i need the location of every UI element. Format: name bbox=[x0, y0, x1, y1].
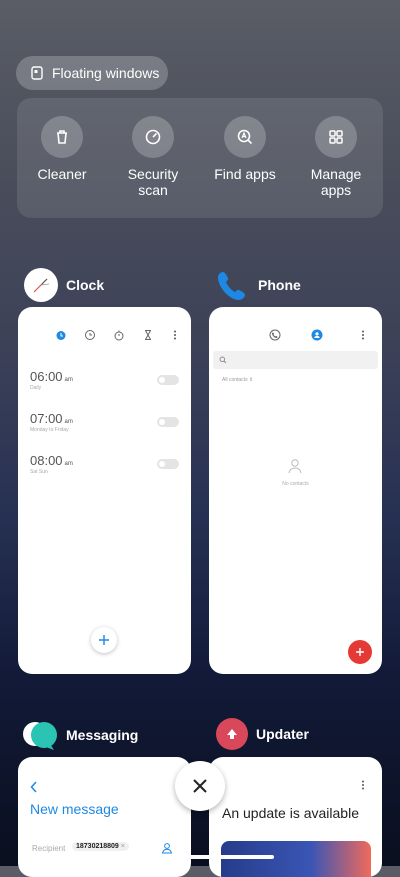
cleaner-button[interactable]: Cleaner bbox=[17, 116, 107, 182]
floating-window-icon bbox=[31, 66, 43, 80]
recent-calls-tab-icon[interactable] bbox=[269, 329, 281, 341]
manage-apps-button[interactable]: Manage apps bbox=[291, 116, 381, 198]
contacts-tab-icon[interactable] bbox=[311, 329, 323, 341]
security-scan-button[interactable]: Security scan bbox=[108, 116, 198, 198]
contacts-filter-label: All contacts bbox=[222, 377, 248, 383]
new-message-title: New message bbox=[30, 801, 119, 817]
alarm-time: 06:00 bbox=[30, 369, 63, 384]
find-apps-button[interactable]: Find apps bbox=[200, 116, 290, 182]
find-apps-label: Find apps bbox=[214, 166, 276, 182]
phone-app-icon bbox=[218, 272, 245, 300]
alarm-tab-icon[interactable] bbox=[55, 329, 67, 341]
chevron-updown-icon: ⇕ bbox=[248, 377, 254, 383]
close-icon[interactable]: × bbox=[121, 843, 125, 850]
updater-card[interactable]: An update is available bbox=[209, 757, 382, 877]
alarm-repeat: Monday to Friday bbox=[30, 427, 69, 433]
more-options-icon[interactable] bbox=[357, 779, 369, 791]
clear-all-button[interactable] bbox=[175, 761, 225, 811]
alarm-toggle[interactable] bbox=[157, 459, 179, 469]
close-icon bbox=[193, 779, 207, 793]
updater-card-header[interactable]: Updater bbox=[216, 718, 309, 750]
alarm-row[interactable]: 08:00 am Sat Sun bbox=[30, 453, 179, 483]
recipient-label: Recipient bbox=[32, 844, 66, 853]
person-icon bbox=[288, 459, 302, 474]
trash-icon bbox=[57, 130, 67, 144]
find-apps-icon bbox=[237, 129, 253, 145]
security-scan-label: Security scan bbox=[127, 166, 179, 198]
updater-app-icon bbox=[216, 718, 248, 750]
plus-icon bbox=[356, 648, 364, 656]
search-icon bbox=[219, 356, 227, 364]
back-arrow-icon[interactable] bbox=[30, 781, 38, 793]
clock-card[interactable]: 06:00 am Daily 07:00 am Monday to Friday 0… bbox=[18, 307, 191, 674]
recipient-number: 18730218809 bbox=[76, 843, 119, 850]
cleaner-label: Cleaner bbox=[37, 166, 87, 182]
clock-app-icon bbox=[24, 268, 58, 302]
alarm-time: 08:00 bbox=[30, 453, 63, 468]
messaging-app-icon bbox=[23, 722, 57, 750]
phone-card-header[interactable]: Phone bbox=[216, 268, 301, 302]
shield-scan-icon bbox=[145, 129, 161, 145]
grid-icon bbox=[329, 130, 343, 144]
clock-title: Clock bbox=[66, 277, 105, 293]
update-banner-image bbox=[221, 841, 371, 877]
home-indicator[interactable] bbox=[126, 855, 274, 859]
alarm-toggle[interactable] bbox=[157, 375, 179, 385]
alarm-repeat: Daily bbox=[30, 385, 42, 391]
messaging-card-header[interactable]: Messaging bbox=[22, 718, 138, 752]
floating-windows-button[interactable]: Floating windows bbox=[16, 56, 168, 90]
add-alarm-button[interactable] bbox=[91, 627, 117, 653]
alarm-row[interactable]: 06:00 am Daily bbox=[30, 369, 179, 399]
alarm-ampm: am bbox=[64, 461, 73, 467]
more-options-icon[interactable] bbox=[169, 329, 181, 341]
recipient-chip[interactable]: 18730218809 × bbox=[72, 842, 129, 851]
alarm-row[interactable]: 07:00 am Monday to Friday bbox=[30, 411, 179, 441]
quick-tools-panel: Cleaner Security scan Find apps Manage a… bbox=[17, 98, 383, 218]
stopwatch-tab-icon[interactable] bbox=[113, 329, 125, 341]
floating-windows-label: Floating windows bbox=[52, 65, 160, 81]
phone-card[interactable]: All contacts ⇕ No contacts bbox=[209, 307, 382, 674]
contacts-filter[interactable]: All contacts ⇕ bbox=[222, 377, 253, 383]
plus-icon bbox=[99, 635, 109, 645]
phone-title: Phone bbox=[258, 277, 301, 293]
manage-apps-label: Manage apps bbox=[310, 166, 362, 198]
world-clock-tab-icon[interactable] bbox=[84, 329, 96, 341]
more-options-icon[interactable] bbox=[357, 329, 369, 341]
alarm-repeat: Sat Sun bbox=[30, 469, 48, 475]
alarm-time: 07:00 bbox=[30, 411, 63, 426]
add-contact-icon[interactable] bbox=[161, 842, 173, 854]
updater-title: Updater bbox=[256, 726, 309, 742]
update-available-text: An update is available bbox=[222, 805, 359, 821]
alarm-toggle[interactable] bbox=[157, 417, 179, 427]
clock-card-header[interactable]: Clock bbox=[24, 268, 104, 302]
contacts-search-input[interactable] bbox=[213, 351, 378, 369]
messaging-title: Messaging bbox=[66, 727, 139, 743]
no-contacts-text: No contacts bbox=[282, 481, 309, 487]
add-contact-button[interactable] bbox=[348, 640, 372, 664]
messaging-card[interactable]: New message Recipient 18730218809 × bbox=[18, 757, 191, 877]
alarm-ampm: am bbox=[64, 419, 73, 425]
alarm-ampm: am bbox=[64, 377, 73, 383]
timer-tab-icon[interactable] bbox=[142, 329, 154, 341]
